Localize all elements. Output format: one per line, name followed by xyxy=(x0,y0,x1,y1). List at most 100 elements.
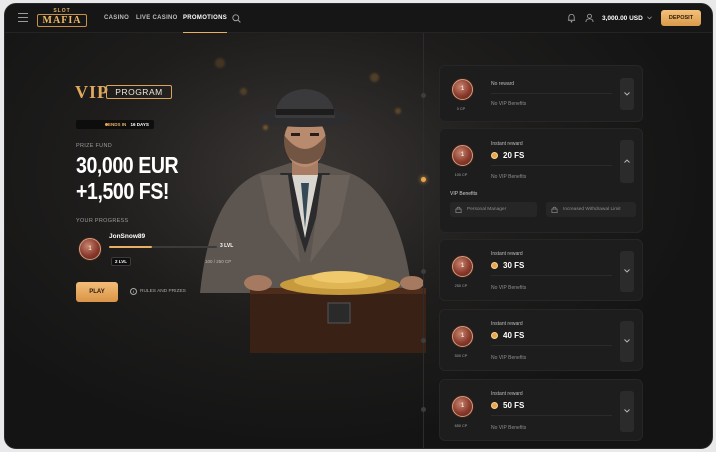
prize-fund-label: PRIZE FUND xyxy=(76,143,112,149)
chevron-down-icon xyxy=(624,92,630,96)
top-header: SLOT MAFIA CASINO LIVE CASINO PROMOTIONS… xyxy=(5,4,712,33)
prize-free-spins: +1,500 FS! xyxy=(76,178,170,204)
chevron-down-icon xyxy=(624,409,630,413)
benefit-personal-manager: Personal Manager xyxy=(450,202,537,217)
ends-in-value: 16 DAYS xyxy=(130,122,149,127)
card-divider xyxy=(491,275,612,276)
ends-in-timer: ENDS IN 16 DAYS xyxy=(76,120,154,129)
user-level-coin: 1 xyxy=(79,238,101,260)
level-progress-bar xyxy=(109,246,217,248)
rules-label: RULES AND PRIZES xyxy=(140,289,186,294)
free-spins-reward: 20 FS xyxy=(491,151,524,160)
nav-live-casino[interactable]: LIVE CASINO xyxy=(136,4,178,33)
reward-title: Instant reward xyxy=(491,321,523,327)
expand-toggle[interactable] xyxy=(620,321,634,362)
balance-display[interactable]: 3,000.00 USD xyxy=(602,4,643,33)
card-divider xyxy=(491,415,612,416)
user-level-number: 1 xyxy=(88,246,92,252)
vip-benefits-text: No VIP Benefits xyxy=(491,425,527,431)
next-level-label: 3 LVL xyxy=(220,243,234,249)
lock-icon xyxy=(455,206,462,213)
user-icon[interactable] xyxy=(585,13,594,23)
level-card[interactable]: 1 0 CP No reward No VIP Benefits xyxy=(439,65,643,122)
reward-title: Instant reward xyxy=(491,251,523,257)
timer-dot-icon xyxy=(105,123,108,126)
reward-title: No reward xyxy=(491,81,515,87)
reward-title: Instant reward xyxy=(491,391,523,397)
vip-program-logo: VIP PROGRAM xyxy=(75,82,172,102)
level-cp: 650 CP xyxy=(454,424,468,428)
timeline-dot xyxy=(421,269,426,274)
card-divider xyxy=(491,165,612,166)
level-card-expanded[interactable]: 1 100 CP Instant reward 20 FS No VIP Ben… xyxy=(439,128,643,233)
timeline-dot xyxy=(421,93,426,98)
reward-title: Instant reward xyxy=(491,141,523,147)
level-cp: 0 CP xyxy=(456,107,466,111)
free-spins-value: 20 FS xyxy=(503,151,525,160)
prize-amount: 30,000 EUR xyxy=(76,152,179,178)
free-spins-value: 40 FS xyxy=(503,331,525,340)
vip-benefits-text: No VIP Benefits xyxy=(491,355,527,361)
program-word: PROGRAM xyxy=(106,85,172,99)
chevron-down-icon xyxy=(624,339,630,343)
free-spins-value: 50 FS xyxy=(503,401,525,410)
free-spins-reward: 50 FS xyxy=(491,401,524,410)
coin-icon xyxy=(491,152,498,159)
timeline-dot xyxy=(421,407,426,412)
level-cp: 100 CP xyxy=(454,173,468,177)
level-progress-fill xyxy=(109,246,153,248)
card-divider xyxy=(491,93,612,94)
search-icon[interactable] xyxy=(232,14,241,23)
expand-toggle[interactable] xyxy=(620,251,634,292)
app-window: SLOT MAFIA CASINO LIVE CASINO PROMOTIONS… xyxy=(4,3,713,449)
vip-benefits-text: No VIP Benefits xyxy=(491,101,527,107)
info-icon: i xyxy=(130,288,137,295)
benefit-withdrawal-limit: Increased Withdrawal Limit xyxy=(546,202,636,217)
bell-icon[interactable] xyxy=(567,13,576,23)
level-coin: 1 xyxy=(452,396,473,417)
nav-casino[interactable]: CASINO xyxy=(104,4,129,33)
timeline-dot-current xyxy=(421,177,426,182)
free-spins-value: 30 FS xyxy=(503,261,525,270)
level-card[interactable]: 1 500 CP Instant reward 40 FS No VIP Ben… xyxy=(439,309,643,371)
current-level-badge: 2 LVL xyxy=(111,257,131,266)
username: JonSnow89 xyxy=(109,233,146,240)
rules-and-prizes-link[interactable]: i RULES AND PRIZES xyxy=(130,288,186,296)
free-spins-reward: 40 FS xyxy=(491,331,524,340)
vip-word: VIP xyxy=(75,82,109,102)
detective-illustration xyxy=(200,89,426,353)
level-coin: 1 xyxy=(452,256,473,277)
ends-in-label: ENDS IN xyxy=(108,122,127,127)
level-coin: 1 xyxy=(452,145,473,166)
cp-count: 100 / 250 CP xyxy=(205,259,232,264)
coin-icon xyxy=(491,402,498,409)
timeline-dot xyxy=(421,338,426,343)
chevron-down-icon[interactable] xyxy=(647,16,652,20)
lock-icon xyxy=(551,206,558,213)
slot-mafia-logo[interactable]: SLOT MAFIA xyxy=(37,8,87,28)
level-card[interactable]: 1 650 CP Instant reward 50 FS No VIP Ben… xyxy=(439,379,643,441)
expand-toggle[interactable] xyxy=(620,78,634,110)
expand-toggle[interactable] xyxy=(620,391,634,432)
benefit-label: Increased Withdrawal Limit xyxy=(563,207,621,212)
level-coin: 1 xyxy=(452,326,473,347)
nav-promotions[interactable]: PROMOTIONS xyxy=(183,4,228,33)
vip-benefits-text: No VIP Benefits xyxy=(491,174,527,180)
deposit-button[interactable]: DEPOSIT xyxy=(661,10,701,26)
level-card[interactable]: 1 250 CP Instant reward 30 FS No VIP Ben… xyxy=(439,239,643,301)
play-button[interactable]: PLAY xyxy=(76,282,118,302)
chevron-down-icon xyxy=(624,269,630,273)
your-progress-label: YOUR PROGRESS xyxy=(76,218,129,224)
benefit-label: Personal Manager xyxy=(467,207,507,212)
level-cp: 250 CP xyxy=(454,284,468,288)
collapse-toggle[interactable] xyxy=(620,140,634,183)
menu-icon[interactable] xyxy=(18,13,28,22)
coin-icon xyxy=(491,332,498,339)
free-spins-reward: 30 FS xyxy=(491,261,524,270)
card-divider xyxy=(491,345,612,346)
logo-main-text: MAFIA xyxy=(37,14,87,27)
level-coin: 1 xyxy=(452,79,473,100)
coin-icon xyxy=(491,262,498,269)
chevron-up-icon xyxy=(624,159,630,163)
level-cp: 500 CP xyxy=(454,354,468,358)
